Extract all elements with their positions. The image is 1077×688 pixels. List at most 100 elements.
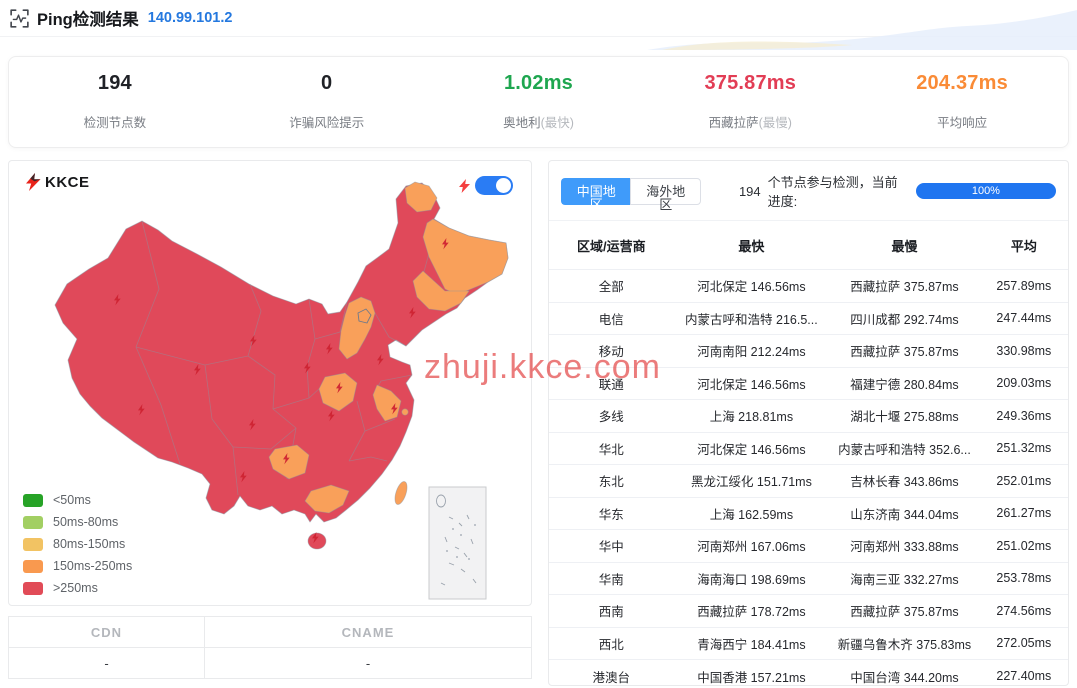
progress-label: 个节点参与检测，当前进度:: [767, 175, 898, 209]
table-row: 全部 河北保定 146.56ms 西藏拉萨 375.87ms 257.89ms: [549, 269, 1068, 302]
region-cell: 联通: [549, 366, 674, 400]
region-cell: 全部: [549, 269, 674, 302]
stat-item: 204.37ms 平均响应: [856, 57, 1068, 147]
table-row: 华北 河北保定 146.56ms 内蒙古呼和浩特 352.6... 251.32ms: [549, 431, 1068, 465]
col-region: 区域/运营商: [576, 239, 646, 254]
legend-item: 150ms-250ms: [23, 559, 132, 573]
slowest-cell: 海南三亚 332.27ms: [829, 561, 980, 595]
region-results-panel: 中国地区 海外地区 194 个节点参与检测，当前进度: 100% 区域/运营商 …: [548, 160, 1069, 686]
region-cell: 东北: [549, 464, 674, 497]
region-cell: 华北: [549, 431, 674, 465]
toggle-knob: [496, 178, 511, 193]
region-cell: 港澳台: [549, 659, 674, 685]
average-cell: 274.56ms: [979, 594, 1068, 627]
legend-item: 50ms-80ms: [23, 515, 132, 529]
main-content: KKCE <50ms 50ms-80ms 80ms-150ms 150ms-25…: [0, 160, 1077, 686]
region-cell: 电信: [549, 301, 674, 335]
stat-value: 204.37ms: [916, 72, 1008, 94]
ping-scan-icon: [10, 8, 29, 28]
region-cell: 西南: [549, 594, 674, 627]
table-row: 东北 黑龙江绥化 151.71ms 吉林长春 343.86ms 252.01ms: [549, 464, 1068, 497]
legend-label: <50ms: [53, 493, 91, 507]
lightning-toggle-icon: [459, 178, 470, 193]
region-cell: 华南: [549, 561, 674, 595]
stat-value: 375.87ms: [704, 72, 797, 94]
page-header: Ping检测结果 140.99.101.2: [0, 0, 1077, 50]
panel-head: 中国地区 海外地区 194 个节点参与检测，当前进度: 100%: [549, 161, 1068, 220]
slowest-cell: 西藏拉萨 375.87ms: [829, 269, 980, 302]
average-cell: 272.05ms: [979, 626, 1068, 660]
stat-value: 0: [321, 72, 333, 94]
left-column: KKCE <50ms 50ms-80ms 80ms-150ms 150ms-25…: [8, 160, 532, 679]
region-cell: 华中: [549, 529, 674, 562]
stat-value: 1.02ms: [503, 72, 574, 94]
average-cell: 330.98ms: [979, 334, 1068, 367]
region-tabs: 中国地区 海外地区: [561, 177, 701, 211]
legend-swatch: [23, 515, 43, 529]
fastest-cell: 青海西宁 184.41ms: [673, 626, 830, 660]
stat-value: 194: [97, 72, 132, 94]
target-ip: 140.99.101.2: [147, 10, 233, 26]
fastest-cell: 中国香港 157.21ms: [673, 659, 830, 685]
average-cell: 251.02ms: [979, 529, 1068, 562]
table-row: 联通 河北保定 146.56ms 福建宁德 280.84ms 209.03ms: [549, 366, 1068, 400]
fastest-cell: 上海 162.59ms: [673, 496, 830, 530]
table-row: 西北 青海西宁 184.41ms 新疆乌鲁木齐 375.83ms 272.05ms: [549, 626, 1068, 660]
node-count: 194: [738, 183, 761, 199]
slowest-cell: 湖北十堰 275.88ms: [829, 399, 980, 432]
legend-item: <50ms: [23, 493, 132, 507]
stat-item: 1.02ms 奥地利(最快): [433, 57, 645, 147]
legend-label: 50ms-80ms: [53, 515, 119, 529]
average-cell: 251.32ms: [979, 431, 1068, 465]
table-row: 移动 河南南阳 212.24ms 西藏拉萨 375.87ms 330.98ms: [549, 334, 1068, 367]
legend-item: 80ms-150ms: [23, 537, 132, 551]
progress-bar: 100%: [915, 183, 1056, 199]
region-cell: 多线: [549, 399, 674, 432]
table-row: 华中 河南郑州 167.06ms 河南郑州 333.88ms 251.02ms: [549, 529, 1068, 562]
map-mode-toggle[interactable]: [475, 176, 513, 195]
average-cell: 247.44ms: [979, 301, 1068, 335]
stat-label: 平均响应: [937, 116, 988, 130]
stat-label: 检测节点数: [83, 116, 147, 130]
col-average: 平均: [1010, 239, 1037, 254]
slowest-cell: 河南郑州 333.88ms: [829, 529, 980, 562]
stat-label: 诈骗风险提示: [289, 116, 365, 130]
average-cell: 257.89ms: [979, 269, 1068, 302]
slowest-cell: 西藏拉萨 375.87ms: [829, 594, 980, 627]
region-table: 区域/运营商 最快 最慢 平均 全部 河北保定 146.56ms 西藏拉萨 375.…: [549, 220, 1068, 685]
stat-label: 西藏拉萨(最慢): [708, 116, 792, 130]
progress-percent: 100%: [971, 185, 1000, 197]
cdn-header: CDN: [8, 616, 205, 648]
slowest-cell: 西藏拉萨 375.87ms: [829, 334, 980, 367]
kkce-logo: KKCE: [25, 173, 90, 191]
legend-swatch: [23, 493, 43, 507]
col-fastest: 最快: [738, 239, 765, 254]
average-cell: 227.40ms: [979, 659, 1068, 685]
table-row: 电信 内蒙古呼和浩特 216.5... 四川成都 292.74ms 247.44ms: [549, 301, 1068, 335]
average-cell: 252.01ms: [979, 464, 1068, 497]
fastest-cell: 河南郑州 167.06ms: [673, 529, 830, 562]
average-cell: 209.03ms: [979, 366, 1068, 400]
slowest-cell: 新疆乌鲁木齐 375.83ms: [829, 626, 980, 660]
region-cell: 西北: [549, 626, 674, 660]
tab-china-region[interactable]: 中国地区: [561, 177, 631, 211]
region-table-body: 全部 河北保定 146.56ms 西藏拉萨 375.87ms 257.89ms 电信 内蒙…: [549, 269, 1068, 685]
stats-row: 194 检测节点数 0 诈骗风险提示 1.02ms 奥地利(最快) 375.87ms 西藏拉萨…: [8, 56, 1069, 148]
fastest-cell: 黑龙江绥化 151.71ms: [673, 464, 830, 497]
average-cell: 253.78ms: [979, 561, 1068, 595]
table-row: 西南 西藏拉萨 178.72ms 西藏拉萨 375.87ms 274.56ms: [549, 594, 1068, 627]
slowest-cell: 内蒙古呼和浩特 352.6...: [829, 431, 980, 465]
page-title: Ping检测结果: [37, 11, 139, 29]
table-row: 华南 海南海口 198.69ms 海南三亚 332.27ms 253.78ms: [549, 561, 1068, 595]
stat-label: 奥地利(最快): [503, 116, 574, 130]
fastest-cell: 上海 218.81ms: [673, 399, 830, 432]
legend-swatch: [23, 559, 43, 573]
tab-overseas-region[interactable]: 海外地区: [630, 177, 701, 211]
legend-swatch: [23, 581, 43, 595]
stat-item: 375.87ms 西藏拉萨(最慢): [644, 57, 856, 147]
kkce-logo-text: KKCE: [45, 173, 90, 191]
legend-label: >250ms: [53, 581, 98, 595]
table-row: 港澳台 中国香港 157.21ms 中国台湾 344.20ms 227.40ms: [549, 659, 1068, 685]
table-row: 华东 上海 162.59ms 山东济南 344.04ms 261.27ms: [549, 496, 1068, 530]
wave-decoration: [647, 10, 1077, 50]
